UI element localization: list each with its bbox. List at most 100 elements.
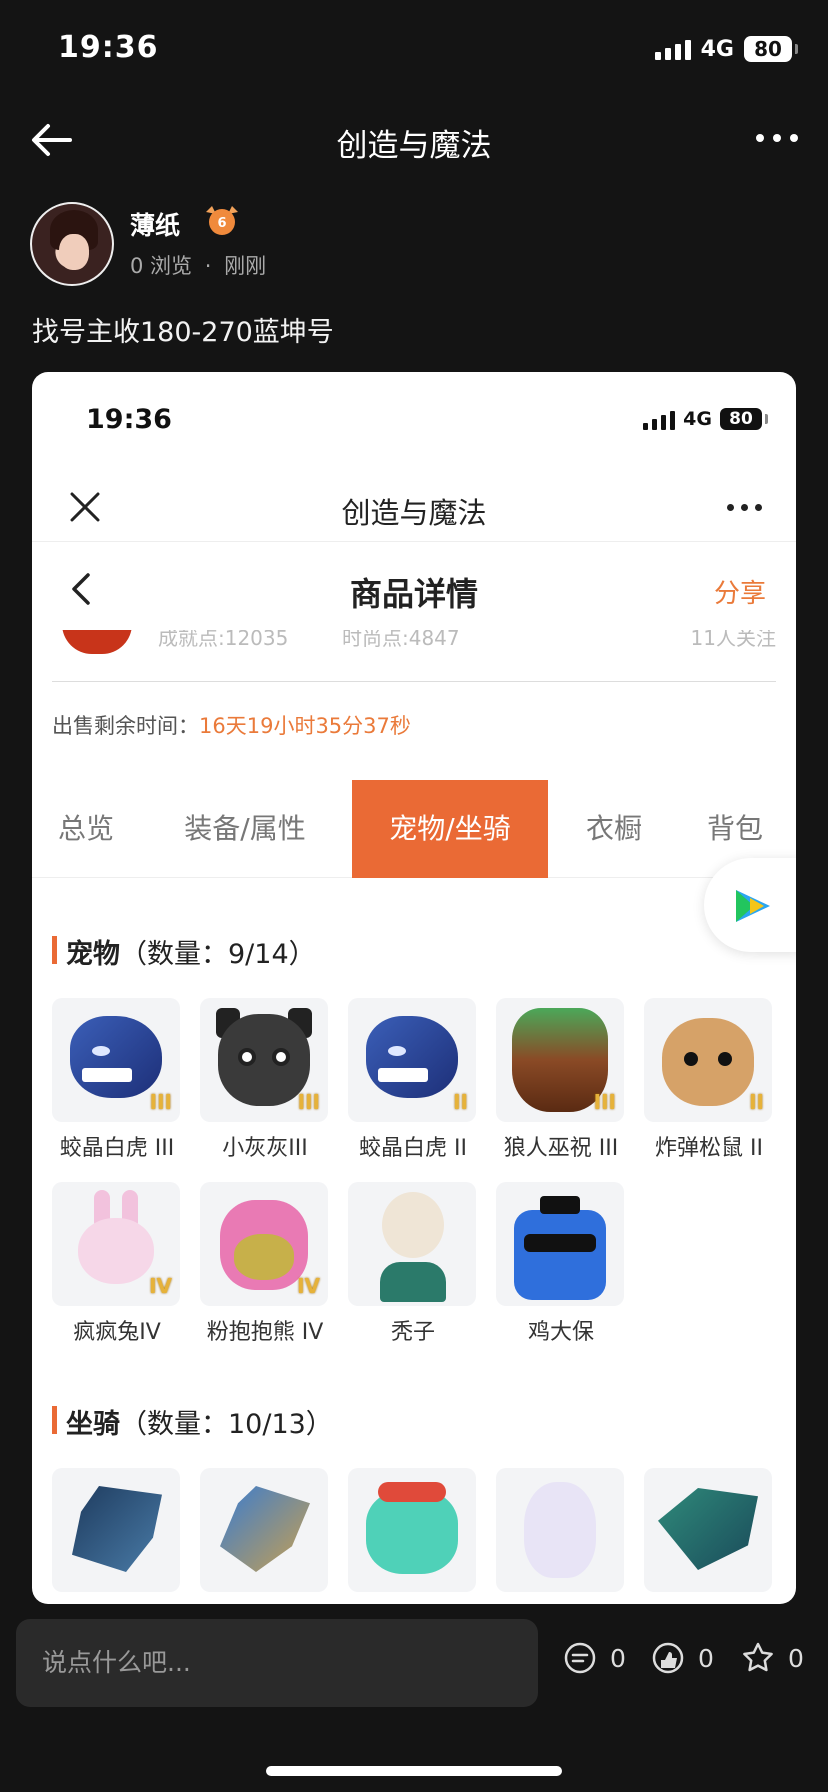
pet-item: III 狼人巫祝 III: [496, 998, 626, 1162]
meta-separator: ·: [204, 254, 212, 278]
mounts-grid: [52, 1468, 782, 1604]
divider: [52, 681, 776, 682]
home-indicator: [266, 1766, 562, 1776]
view-count: 0 浏览: [130, 254, 193, 278]
post-author: 薄纸 6 0 浏览 · 刚刚: [30, 202, 810, 286]
mount-image: [348, 1468, 476, 1592]
character-image: [62, 630, 132, 654]
like-icon: [652, 1642, 684, 1674]
like-count: 0: [698, 1643, 714, 1673]
embedded-battery-icon: 80: [720, 408, 768, 430]
favorite-count: 0: [788, 1643, 804, 1673]
pet-grade: II: [749, 1090, 764, 1114]
remaining-value: 16天19小时35分37秒: [199, 714, 411, 738]
comment-input[interactable]: 说点什么吧...: [16, 1619, 538, 1707]
avatar[interactable]: [30, 202, 114, 286]
embedded-signal-icon: [643, 408, 676, 430]
pet-item: 秃子: [348, 1182, 478, 1346]
author-name[interactable]: 薄纸: [130, 206, 180, 242]
pet-name: 蛟晶白虎 II: [359, 1136, 467, 1161]
pet-item: III 蛟晶白虎 III: [52, 998, 182, 1162]
comment-icon: [564, 1642, 596, 1674]
pet-grade: IV: [297, 1274, 320, 1298]
stat-fashion: 时尚点:4847: [342, 630, 460, 650]
post-image[interactable]: 19:36 4G 80 创造与魔法 商品详情 分享 成就点:12035 时尚点:…: [32, 372, 796, 1604]
sale-remaining: 出售剩余时间：16天19小时35分37秒: [52, 710, 411, 740]
mount-image: [200, 1468, 328, 1592]
signal-icon: [654, 38, 691, 60]
pet-image: IV: [52, 1182, 180, 1306]
level-badge-icon: 6: [202, 202, 242, 238]
pet-item: II 炸弹松鼠 II: [644, 998, 774, 1162]
pet-grade: II: [453, 1090, 468, 1114]
pet-image: III: [496, 998, 624, 1122]
pet-name: 炸弹松鼠 II: [655, 1136, 763, 1161]
pet-name: 小灰灰III: [222, 1136, 308, 1161]
mounts-section-title: 坐骑（数量：10/13）: [52, 1402, 333, 1441]
pet-name: 粉抱抱熊 IV: [206, 1320, 324, 1345]
tab-pets-mounts: 宠物/坐骑: [352, 780, 548, 878]
post-text: 找号主收180-270蓝坤号: [32, 317, 334, 348]
embedded-more-icon: [727, 504, 762, 511]
top-nav: 创造与魔法: [0, 110, 828, 170]
status-bar: 19:36 4G 80: [0, 0, 828, 100]
pet-image: IV: [200, 1182, 328, 1306]
like-button[interactable]: 0: [650, 1640, 714, 1676]
mount-image: [496, 1468, 624, 1592]
mount-image: [644, 1468, 772, 1592]
pet-item: 鸡大保: [496, 1182, 626, 1346]
mount-item: [200, 1468, 330, 1592]
pet-item: II 蛟晶白虎 II: [348, 998, 478, 1162]
mount-item: [348, 1468, 478, 1592]
mount-item: [52, 1468, 182, 1592]
pet-image: [496, 1182, 624, 1306]
pets-grid: III 蛟晶白虎 III III 小灰灰III II 蛟晶白虎 II III 狼人巫祝 III…: [52, 998, 782, 1345]
embedded-status-time: 19:36: [86, 404, 172, 435]
pet-item: IV 疯疯兔IV: [52, 1182, 182, 1346]
tab-equipment: 装备/属性: [184, 812, 306, 845]
mount-item: [496, 1468, 626, 1592]
embedded-share-label: 分享: [713, 579, 766, 609]
mount-item: [644, 1468, 774, 1592]
pet-grade: III: [593, 1090, 616, 1114]
favorite-button[interactable]: 0: [740, 1640, 804, 1676]
stat-followers: 11人关注: [690, 630, 776, 650]
tab-wardrobe: 衣橱: [585, 812, 642, 845]
pet-item: IV 粉抱抱熊 IV: [200, 1182, 330, 1346]
post-time: 刚刚: [224, 254, 267, 278]
comment-button[interactable]: 0: [562, 1640, 626, 1676]
pet-image: III: [200, 998, 328, 1122]
embedded-network: 4G: [683, 408, 712, 430]
embedded-page-title: 商品详情: [349, 575, 478, 613]
embedded-stats-cut: 成就点:12035 时尚点:4847 11人关注: [32, 630, 796, 660]
comment-count: 0: [610, 1643, 626, 1673]
pet-name: 蛟晶白虎 III: [59, 1136, 175, 1161]
status-time: 19:36: [58, 30, 159, 65]
embedded-nav-title: 创造与魔法: [341, 496, 487, 530]
embedded-nav: 创造与魔法: [32, 472, 796, 542]
pet-image: III: [52, 998, 180, 1122]
network-type: 4G: [700, 36, 734, 62]
video-float-button: [704, 858, 796, 952]
status-icons: 4G 80: [654, 36, 798, 62]
more-icon[interactable]: [756, 134, 798, 142]
pet-item: III 小灰灰III: [200, 998, 330, 1162]
bottom-bar: 说点什么吧... 0 0 0: [0, 1616, 828, 1726]
pet-image: II: [348, 998, 476, 1122]
pet-name: 鸡大保: [527, 1320, 594, 1345]
pet-grade: III: [149, 1090, 172, 1114]
pet-name: 狼人巫祝 III: [503, 1136, 619, 1161]
embedded-tabs: 总览 装备/属性 宠物/坐骑 衣橱 背包: [32, 780, 796, 878]
tab-overview: 总览: [57, 812, 114, 845]
pet-image: [348, 1182, 476, 1306]
svg-text:6: 6: [217, 216, 226, 231]
pet-name: 疯疯兔IV: [73, 1320, 161, 1345]
stat-achievement: 成就点:12035: [158, 630, 289, 650]
pet-grade: IV: [149, 1274, 172, 1298]
battery-icon: 80: [744, 36, 798, 62]
pet-image: II: [644, 998, 772, 1122]
remaining-label: 出售剩余时间：: [52, 714, 199, 738]
embedded-header: 商品详情 分享: [32, 543, 796, 633]
pets-section-title: 宠物（数量：9/14）: [52, 932, 316, 971]
pet-name: 秃子: [390, 1320, 435, 1345]
